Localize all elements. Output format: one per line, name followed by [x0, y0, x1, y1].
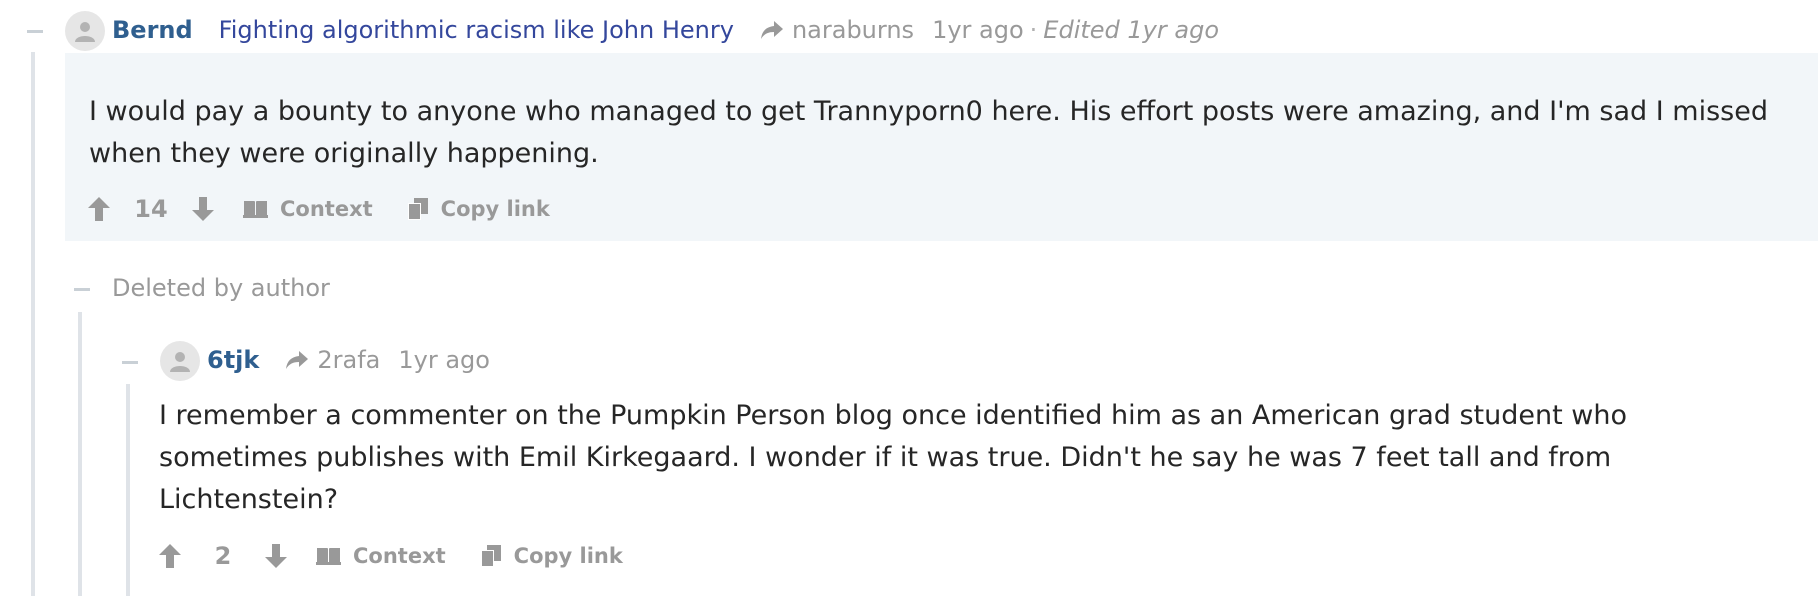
post-title-link[interactable]: Fighting algorithmic racism like John He… [219, 15, 734, 45]
comment-actions: 2 Context Copy link [158, 540, 623, 572]
timestamp[interactable]: 1yr ago [398, 345, 490, 375]
copy-link-label: Copy link [513, 544, 623, 568]
copy-icon [407, 198, 428, 220]
collapse-minus-icon[interactable] [122, 361, 138, 364]
author-link[interactable]: 6tjk [207, 345, 259, 375]
user-avatar-icon[interactable] [65, 11, 105, 51]
thread-line-level-2[interactable] [78, 312, 82, 596]
collapse-minus-icon[interactable] [74, 288, 90, 291]
context-button[interactable]: Context [243, 197, 373, 221]
separator-dot: · [1029, 16, 1038, 44]
thread-line-level-1[interactable] [31, 52, 35, 596]
comment-thread: Bernd Fighting algorithmic racism like J… [0, 0, 1818, 596]
arrow-down-icon[interactable] [191, 196, 215, 222]
book-icon [316, 548, 341, 565]
comment-header: Bernd Fighting algorithmic racism like J… [112, 15, 1219, 45]
comment-header: 6tjk 2rafa 1yr ago [207, 345, 490, 375]
copy-link-button[interactable]: Copy link [480, 544, 623, 568]
thread-line-level-3[interactable] [126, 384, 130, 596]
copy-icon [480, 545, 501, 567]
arrow-down-icon[interactable] [264, 543, 288, 569]
community-name: naraburns [791, 16, 915, 44]
community-link[interactable]: naraburns [760, 15, 914, 45]
share-arrow-icon [286, 351, 309, 369]
copy-link-button[interactable]: Copy link [407, 197, 550, 221]
deleted-comment-label: Deleted by author [112, 274, 330, 302]
context-label: Context [353, 544, 446, 568]
share-arrow-icon [760, 21, 783, 39]
collapse-minus-icon[interactable] [27, 30, 43, 33]
copy-link-label: Copy link [440, 197, 550, 221]
comment-body: I remember a commenter on the Pumpkin Pe… [159, 400, 1627, 515]
score-count: 2 [214, 542, 232, 570]
community-link[interactable]: 2rafa [285, 345, 380, 375]
arrow-up-icon[interactable] [87, 196, 111, 222]
book-icon [243, 201, 268, 218]
timestamp[interactable]: 1yr ago [932, 15, 1024, 45]
comment-actions: 14 Context Copy link [87, 193, 550, 225]
context-button[interactable]: Context [316, 544, 446, 568]
arrow-up-icon[interactable] [158, 543, 182, 569]
score-count: 14 [134, 195, 168, 223]
community-name: 2rafa [317, 346, 381, 374]
author-link[interactable]: Bernd [112, 15, 193, 45]
context-label: Context [280, 197, 373, 221]
edited-timestamp: Edited 1yr ago [1043, 16, 1219, 44]
user-avatar-icon[interactable] [160, 341, 200, 381]
comment-body: I would pay a bounty to anyone who manag… [89, 96, 1768, 169]
